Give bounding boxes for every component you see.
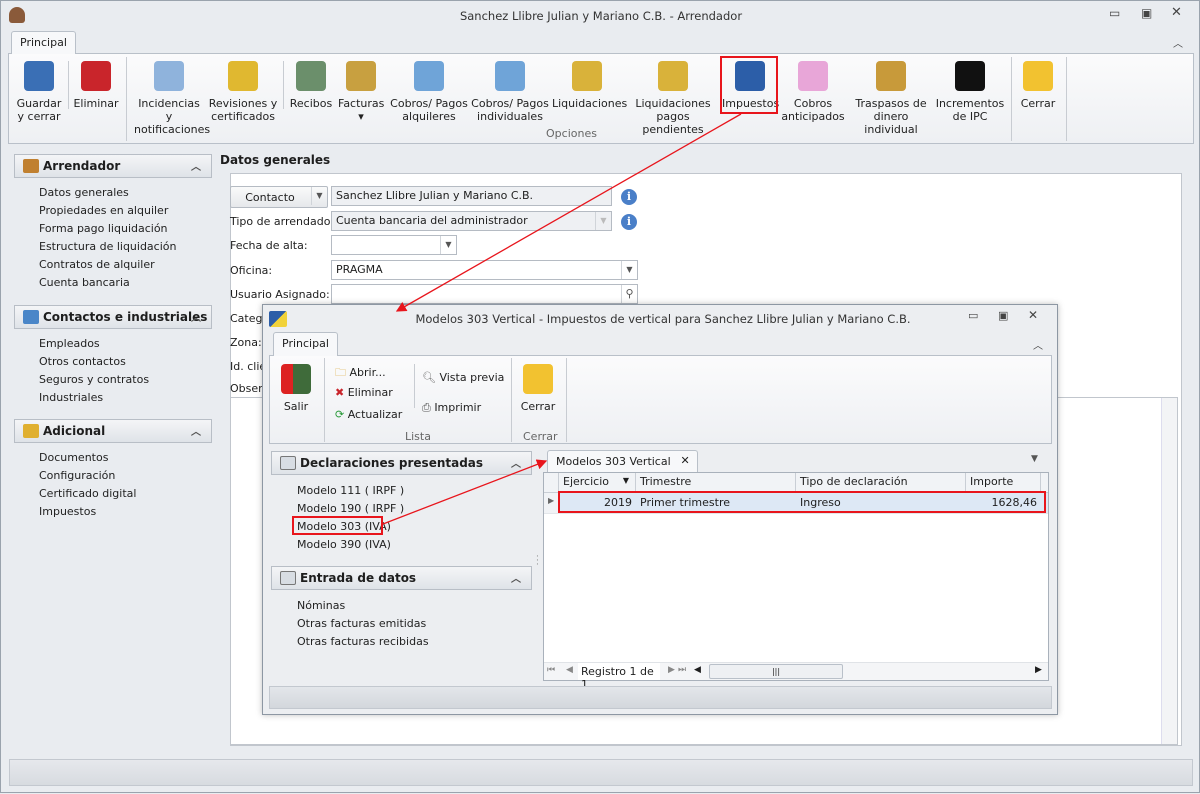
tab-principal[interactable]: Principal (11, 31, 76, 54)
arrow-to-tab (382, 459, 548, 525)
annotation-arrows (382, 113, 742, 525)
main-window: Sanchez Llibre Julian y Mariano C.B. - A… (0, 0, 1200, 793)
arrow-to-dialog (395, 113, 742, 312)
dialog-tab-principal[interactable]: Principal (273, 332, 338, 356)
